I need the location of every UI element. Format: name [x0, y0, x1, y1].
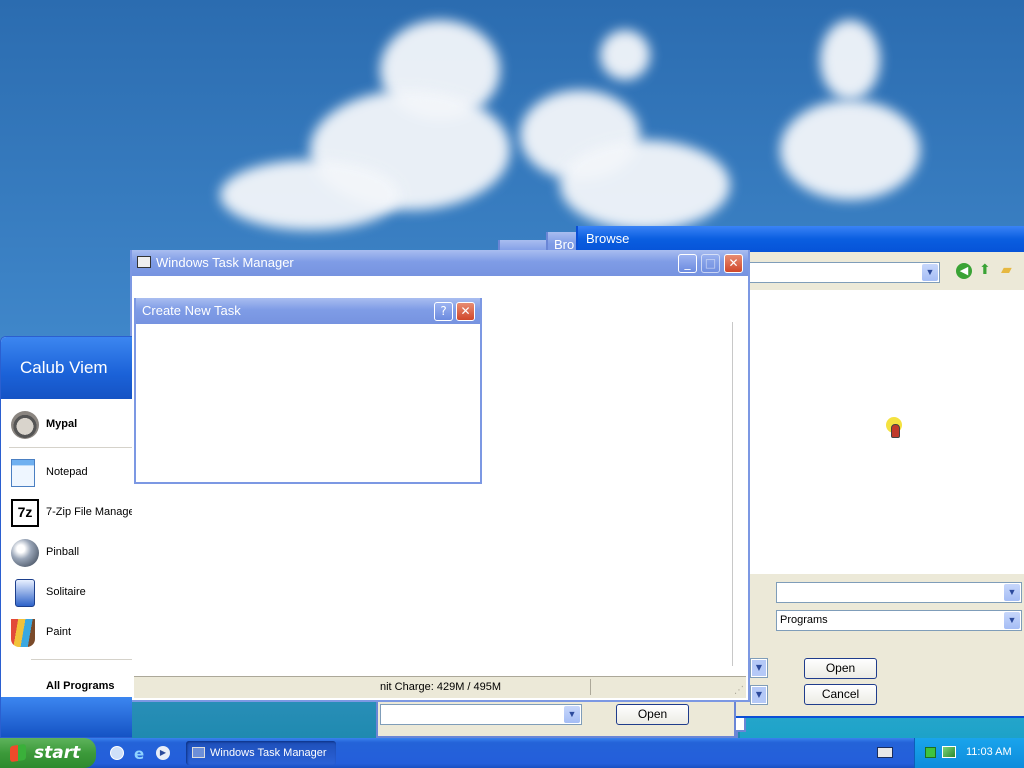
- chevron-down-icon[interactable]: ▼: [1004, 584, 1020, 601]
- up-folder-icon[interactable]: ⬆: [979, 262, 991, 278]
- solitaire-icon: [15, 579, 35, 607]
- menu-item-label: Mypal: [46, 418, 78, 430]
- windows-logo-icon: [10, 743, 26, 763]
- maximize-button[interactable]: □: [701, 254, 720, 273]
- menu-item-paint[interactable]: Paint: [1, 613, 132, 653]
- system-tray: 11:03 AM: [914, 738, 1024, 768]
- start-menu-footer: [1, 697, 132, 737]
- menu-item-solitaire[interactable]: Solitaire: [1, 573, 132, 613]
- notepad-icon: [11, 459, 35, 487]
- back-icon[interactable]: ◀: [956, 263, 972, 279]
- size-grip-icon[interactable]: ⋰: [734, 686, 744, 696]
- file-list-area[interactable]: [748, 290, 1024, 574]
- clock[interactable]: 11:03 AM: [966, 746, 1012, 758]
- file-name-combo[interactable]: ▼: [776, 582, 1022, 603]
- internet-explorer-icon[interactable]: e: [134, 745, 144, 763]
- task-manager-titlebar[interactable]: Windows Task Manager _ □ ✕: [132, 250, 748, 276]
- media-player-icon[interactable]: ▶: [156, 746, 170, 760]
- open-button[interactable]: Open: [804, 658, 877, 679]
- menu-item-label: Solitaire: [46, 586, 86, 598]
- create-task-dialog: Create New Task ? ✕: [134, 298, 482, 484]
- status-bar: nit Charge: 429M / 495M ⋰: [134, 676, 746, 698]
- network-icon[interactable]: [942, 746, 956, 758]
- minimize-button[interactable]: _: [678, 254, 697, 273]
- chevron-down-icon[interactable]: ▼: [564, 706, 580, 723]
- close-button[interactable]: ✕: [724, 254, 743, 273]
- start-button[interactable]: start: [0, 738, 96, 768]
- menu-divider: [9, 447, 132, 448]
- commit-charge-text: nit Charge: 429M / 495M: [380, 681, 502, 693]
- chevron-down-icon[interactable]: ▼: [1004, 612, 1020, 629]
- status-square-icon[interactable]: [925, 747, 936, 758]
- paint-icon: [11, 619, 35, 647]
- files-of-type-combo[interactable]: Programs ▼: [776, 610, 1022, 631]
- side-combo-1[interactable]: ▼: [750, 658, 768, 678]
- lower-open-button[interactable]: Open: [616, 704, 689, 725]
- lower-combo[interactable]: ▼: [380, 704, 582, 725]
- cancel-button[interactable]: Cancel: [804, 684, 877, 705]
- menu-item-label: Pinball: [46, 546, 80, 558]
- browse-title: Browse: [586, 231, 630, 246]
- raccoon-icon: [11, 411, 39, 439]
- keyboard-icon[interactable]: [877, 747, 893, 758]
- help-button[interactable]: ?: [434, 302, 453, 321]
- all-programs-label: All Programs: [46, 680, 115, 692]
- chevron-down-icon[interactable]: ▼: [922, 264, 938, 281]
- menu-item-label: Notepad: [46, 466, 88, 478]
- new-folder-icon[interactable]: ▰: [1001, 262, 1012, 278]
- pinball-icon: [11, 539, 39, 567]
- menu-divider: [31, 659, 132, 660]
- menu-item-notepad[interactable]: Notepad: [1, 453, 132, 493]
- taskbar: start e ▶ Windows Task Manager 11:03 AM: [0, 738, 1024, 768]
- side-combo-2[interactable]: ▼: [750, 685, 768, 705]
- start-label: start: [34, 743, 81, 763]
- menu-item-pinball[interactable]: Pinball: [1, 533, 132, 573]
- status-divider: [590, 679, 591, 695]
- taskbar-button-task-manager[interactable]: Windows Task Manager: [186, 741, 336, 765]
- cursor-icon: [891, 424, 900, 438]
- menu-item-label: Paint: [46, 626, 72, 638]
- task-manager-title: Windows Task Manager: [156, 255, 294, 270]
- menu-item-7zip[interactable]: 7z 7-Zip File Manager: [1, 493, 132, 533]
- menu-item-label: 7-Zip File Manager: [46, 506, 132, 518]
- files-of-type-value: Programs: [780, 614, 828, 626]
- start-menu: Calub Viem Mypal Notepad 7z 7-Zip File M…: [0, 336, 132, 738]
- show-desktop-icon[interactable]: [110, 746, 124, 760]
- monitor-icon: [192, 747, 205, 758]
- sevenzip-icon: 7z: [11, 499, 39, 527]
- taskbar-button-label: Windows Task Manager: [210, 747, 327, 759]
- monitor-icon: [137, 256, 151, 268]
- menu-item-mypal[interactable]: Mypal: [1, 405, 132, 445]
- user-name: Calub Viem: [1, 337, 132, 399]
- scrollbar[interactable]: [732, 322, 742, 666]
- close-button[interactable]: ✕: [456, 302, 475, 321]
- browse-titlebar[interactable]: Browse: [578, 226, 1024, 252]
- look-in-combo[interactable]: ▼: [738, 262, 940, 283]
- create-task-title: Create New Task: [142, 303, 241, 318]
- create-task-titlebar[interactable]: Create New Task ? ✕: [136, 298, 480, 324]
